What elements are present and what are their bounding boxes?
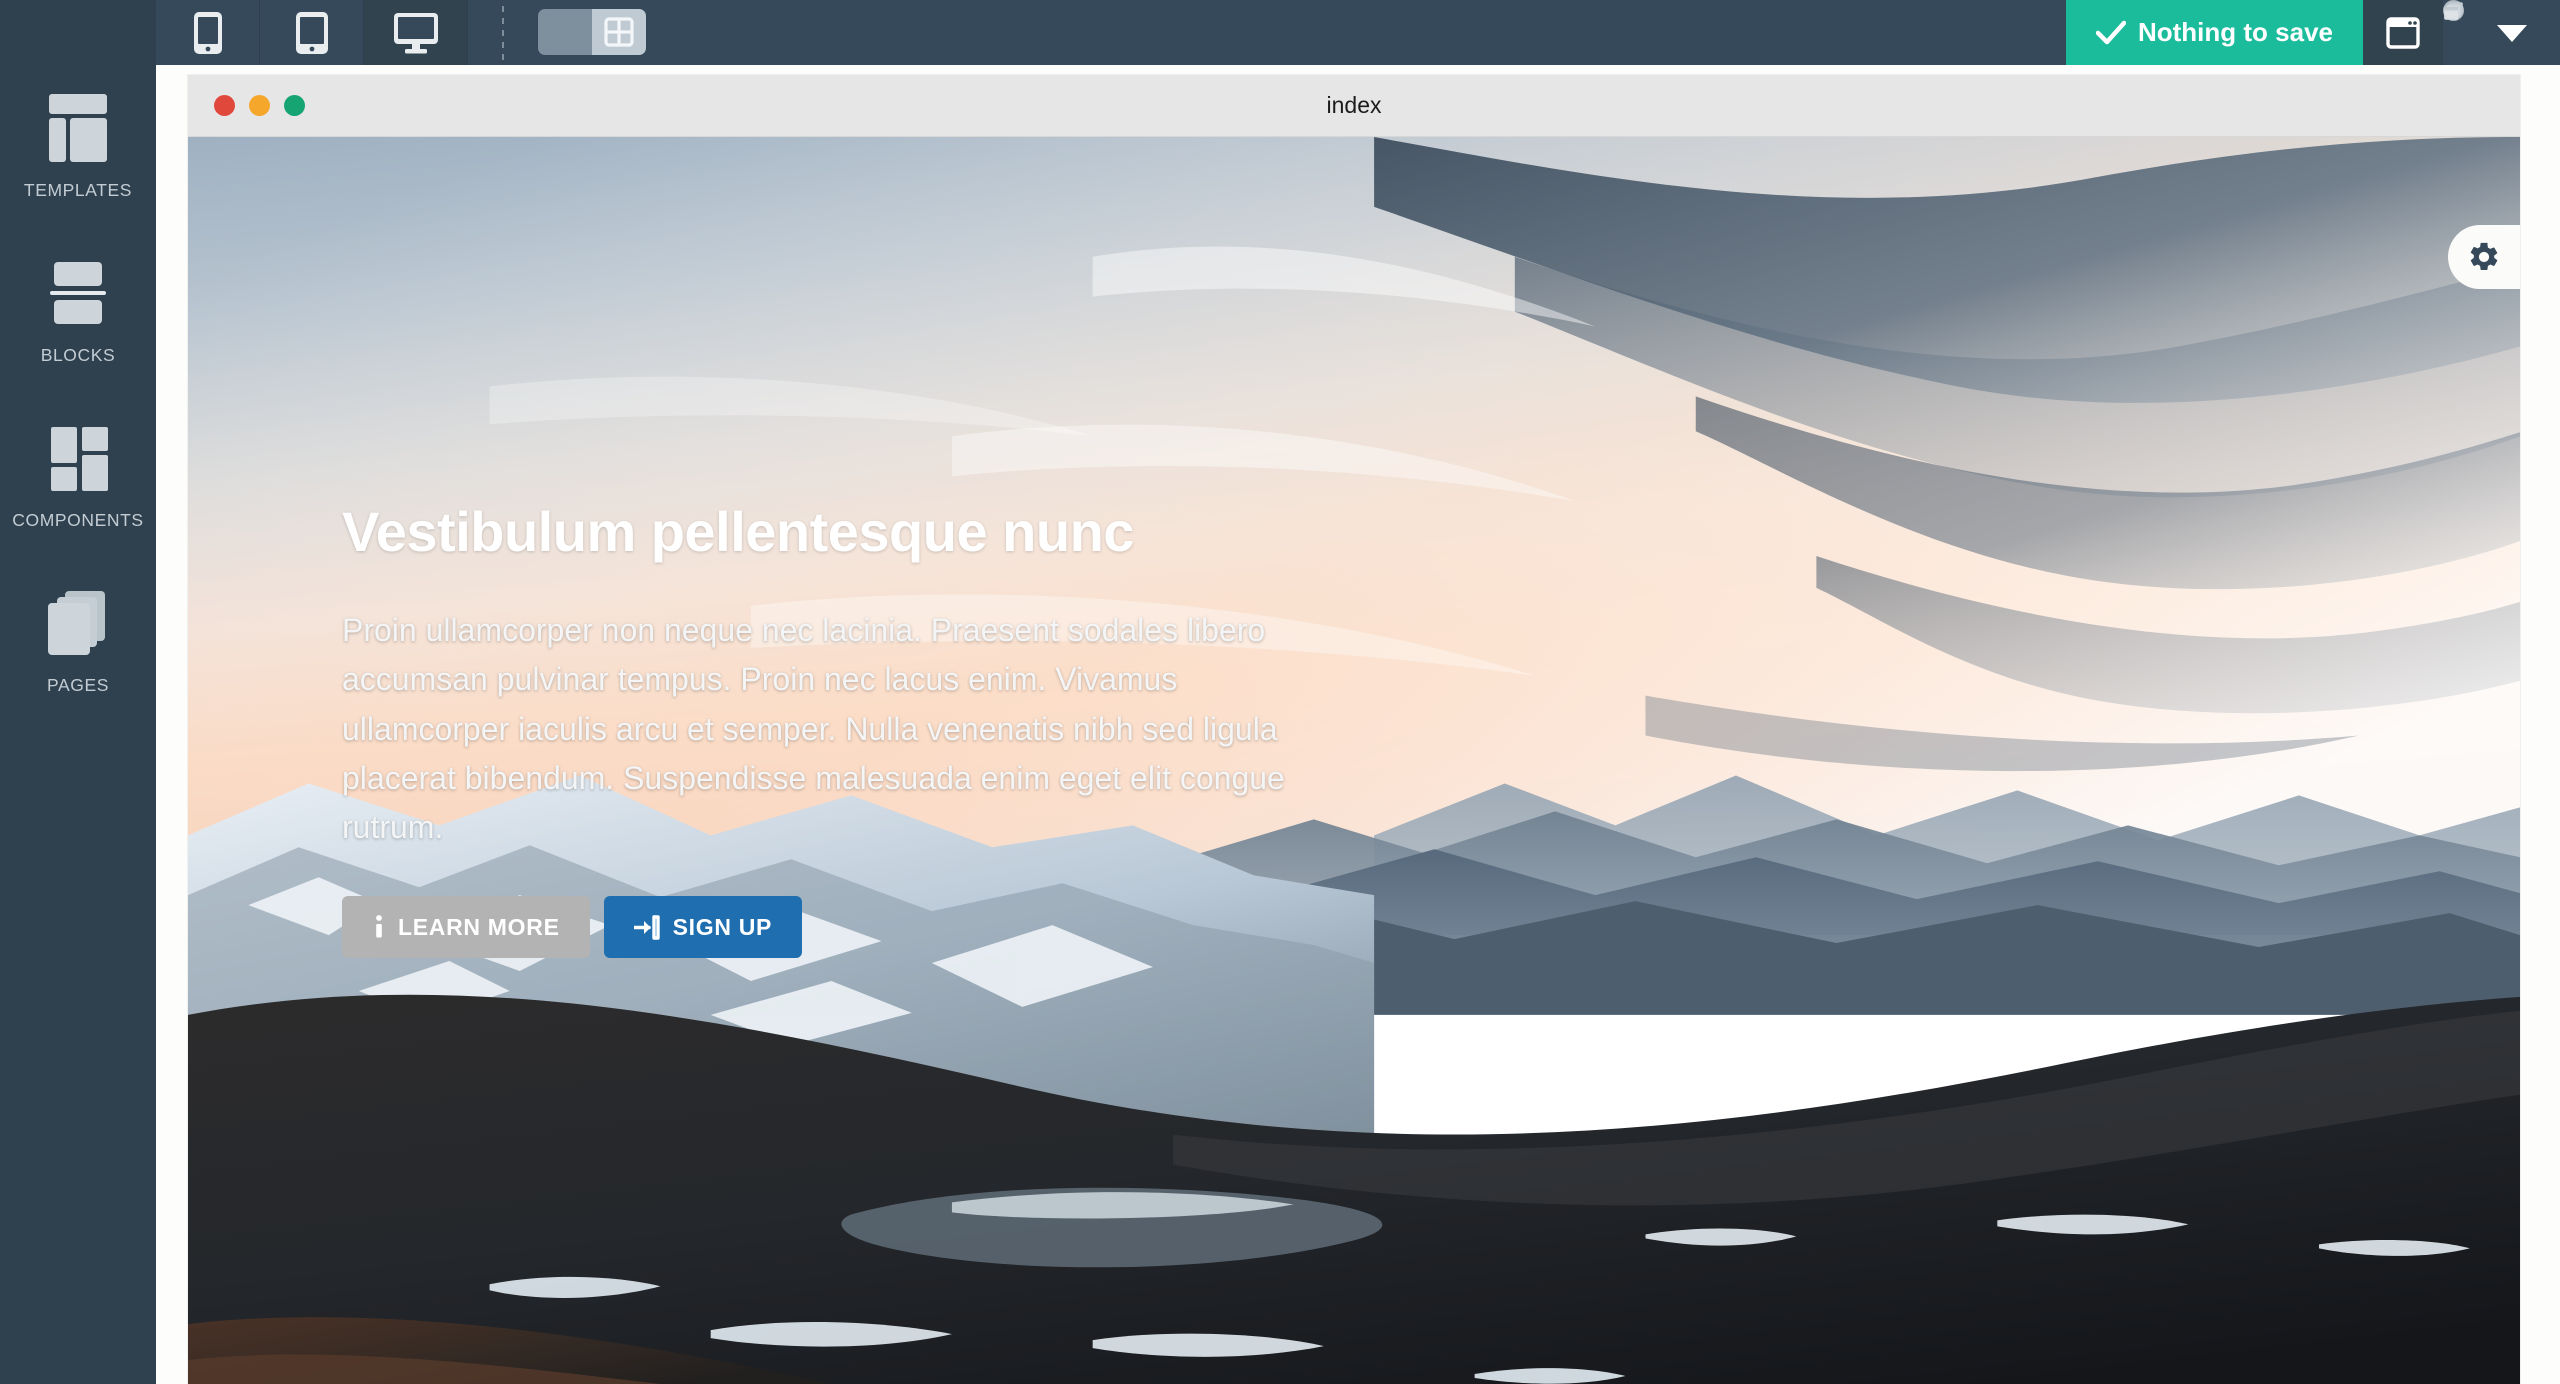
hero-heading: Vestibulum pellentesque nunc <box>342 500 1134 563</box>
grid-icon <box>604 17 634 47</box>
single-window-icon <box>2386 16 2420 49</box>
grid-toggle-off-half[interactable] <box>538 9 592 55</box>
sidebar-item-pages[interactable]: PAGES <box>0 587 156 696</box>
more-options-button[interactable] <box>2464 0 2560 65</box>
chevron-down-icon <box>2497 24 2527 42</box>
device-toggle-desktop[interactable] <box>364 0 468 65</box>
sign-in-icon <box>633 915 660 940</box>
hero-content: Vestibulum pellentesque nunc Proin ullam… <box>188 137 2520 1384</box>
device-toggle-tablet[interactable] <box>260 0 364 65</box>
canvas-area: index Vestibulum pellentesque nunc Proin… <box>156 65 2560 1384</box>
multi-window-icon <box>2444 1 2463 20</box>
sign-up-button[interactable]: SIGN UP <box>603 896 803 959</box>
tablet-icon <box>296 11 328 54</box>
components-mosaic-icon <box>41 422 115 494</box>
check-icon <box>2095 20 2126 44</box>
toolbar-divider <box>468 0 538 65</box>
sidebar-item-components[interactable]: COMPONENTS <box>0 422 156 531</box>
gear-icon <box>2470 242 2498 271</box>
hero-section: Vestibulum pellentesque nunc Proin ullam… <box>188 137 2520 1384</box>
grid-view-toggle[interactable] <box>538 9 646 55</box>
desktop-icon <box>394 12 438 53</box>
sidebar-item-blocks[interactable]: BLOCKS <box>0 257 156 366</box>
info-icon <box>376 915 382 938</box>
learn-more-label: LEARN MORE <box>398 913 560 940</box>
blocks-stack-icon <box>41 257 115 329</box>
layers-window-button[interactable] <box>2443 0 2464 21</box>
pages-sheets-icon <box>41 587 115 659</box>
preview-window-button[interactable] <box>2363 0 2443 65</box>
grid-toggle-on-half[interactable] <box>592 9 646 55</box>
templates-layout-icon <box>41 92 115 164</box>
sign-up-label: SIGN UP <box>672 913 773 940</box>
sidebar-item-label: COMPONENTS <box>12 510 144 530</box>
sidebar-item-label: PAGES <box>46 675 109 695</box>
browser-title: index <box>1326 92 1382 118</box>
browser-title-bar: index <box>188 75 2520 137</box>
top-toolbar: Nothing to save <box>156 0 2560 65</box>
hero-button-row: LEARN MORE SIGN UP <box>342 896 2520 959</box>
editor-root: TEMPLATES BLOCKS COMPONENTS PAGES Nothin… <box>0 0 2560 1384</box>
hero-paragraph: Proin ullamcorper non neque nec lacinia.… <box>342 612 1285 846</box>
device-toggle-mobile[interactable] <box>156 0 260 65</box>
save-status-label: Nothing to save <box>2137 17 2333 47</box>
browser-preview-window: index Vestibulum pellentesque nunc Proin… <box>188 75 2520 1384</box>
sidebar-item-templates[interactable]: TEMPLATES <box>0 92 156 201</box>
learn-more-button[interactable]: LEARN MORE <box>342 896 590 959</box>
section-settings-button[interactable] <box>2448 225 2520 289</box>
mobile-icon <box>194 11 222 54</box>
left-sidebar: TEMPLATES BLOCKS COMPONENTS PAGES <box>0 0 156 1384</box>
save-status-button[interactable]: Nothing to save <box>2065 0 2363 65</box>
sidebar-item-label: TEMPLATES <box>23 180 133 200</box>
sidebar-item-label: BLOCKS <box>40 345 116 365</box>
